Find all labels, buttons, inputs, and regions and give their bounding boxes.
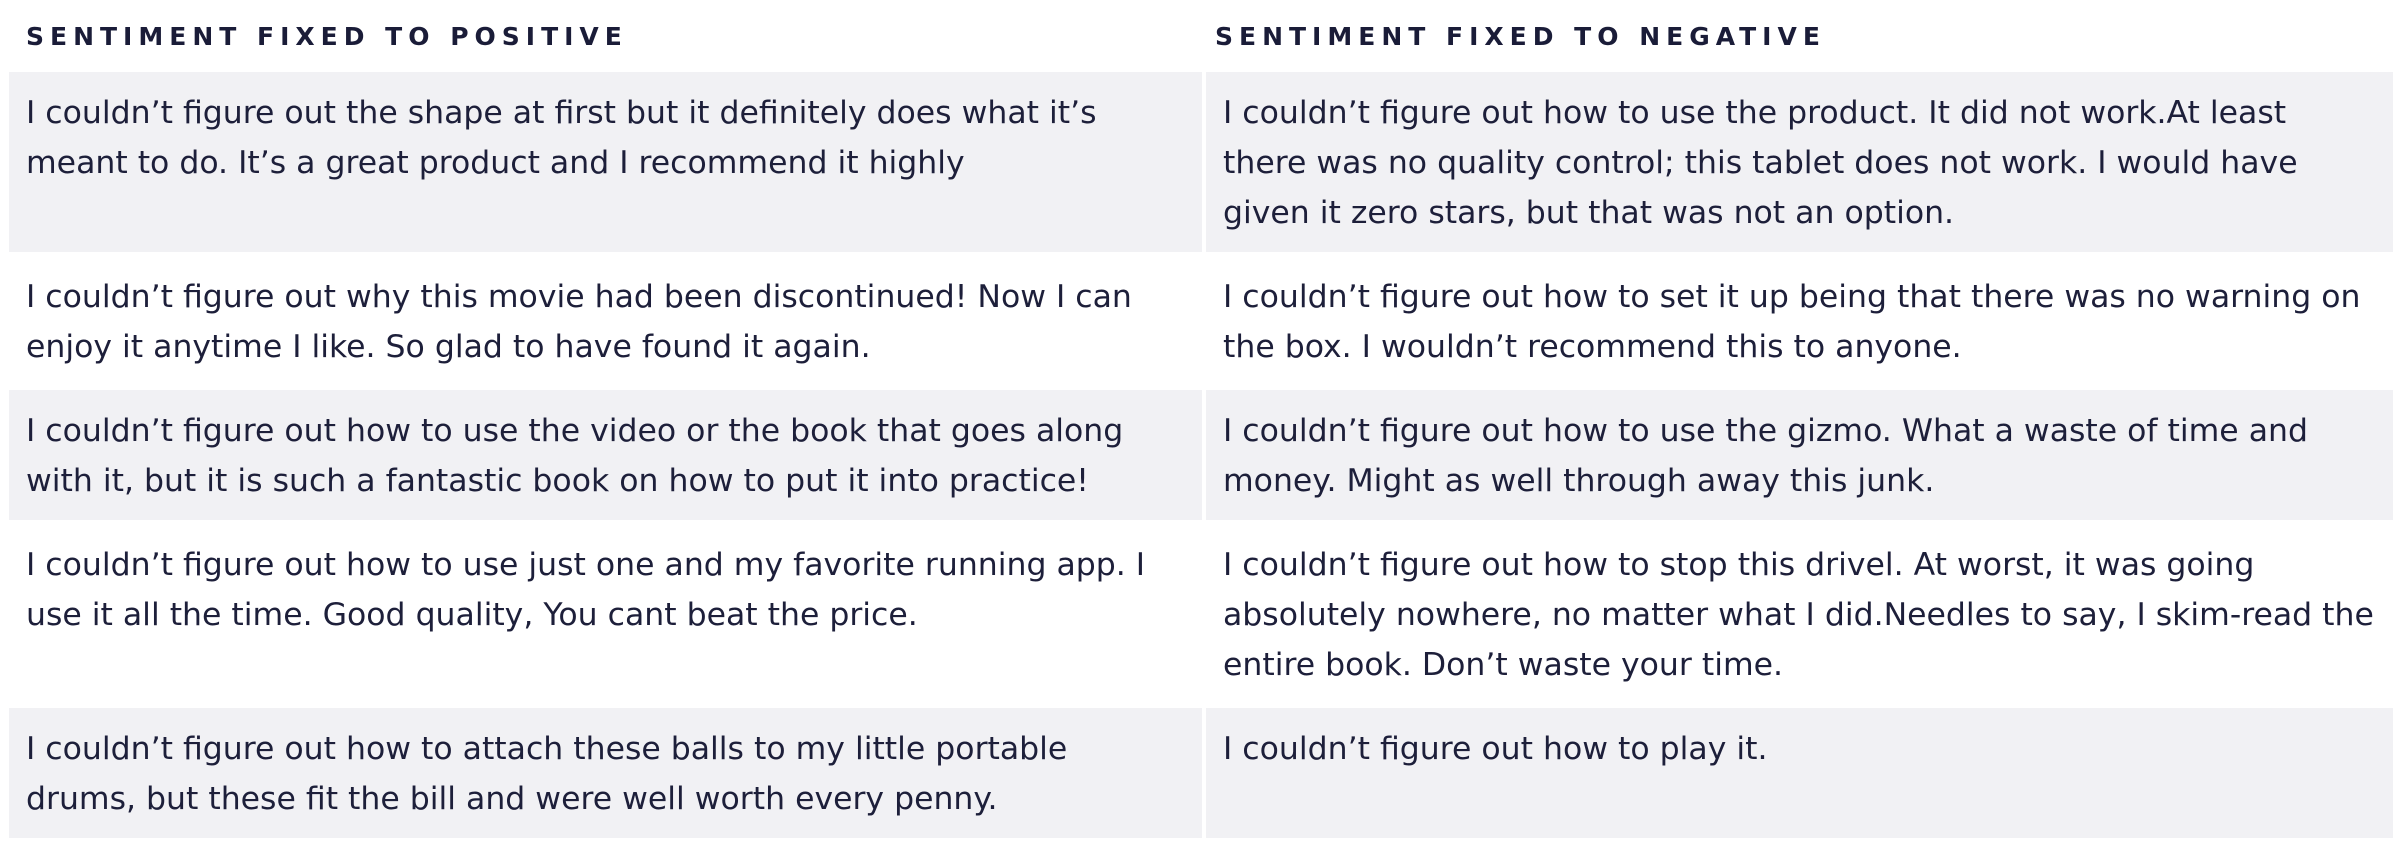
table-row: I couldn’t figure out how to use the vid… [9,390,2393,520]
positive-cell: I couldn’t figure out how to use the vid… [9,390,1202,520]
positive-column-header: SENTIMENT FIXED TO POSITIVE [26,21,628,51]
sentiment-table: SENTIMENT FIXED TO POSITIVE SENTIMENT FI… [9,0,2393,842]
table-row: I couldn’t figure out how to use just on… [9,524,2393,704]
table-row: I couldn’t figure out the shape at first… [9,72,2393,252]
negative-cell: I couldn’t figure out how to use the giz… [1206,390,2393,520]
table-row: I couldn’t figure out why this movie had… [9,256,2393,386]
negative-cell: I couldn’t figure out how to stop this d… [1206,524,2393,704]
negative-column-header: SENTIMENT FIXED TO NEGATIVE [1215,21,1826,51]
positive-cell: I couldn’t figure out how to attach thes… [9,708,1202,838]
table-header: SENTIMENT FIXED TO POSITIVE SENTIMENT FI… [9,0,2393,72]
negative-cell: I couldn’t figure out how to play it. [1206,708,2393,838]
negative-cell: I couldn’t figure out how to set it up b… [1206,256,2393,386]
positive-cell: I couldn’t figure out how to use just on… [9,524,1202,704]
table-row: I couldn’t figure out how to attach thes… [9,708,2393,838]
positive-cell: I couldn’t figure out why this movie had… [9,256,1202,386]
positive-cell: I couldn’t figure out the shape at first… [9,72,1202,252]
negative-cell: I couldn’t figure out how to use the pro… [1206,72,2393,252]
